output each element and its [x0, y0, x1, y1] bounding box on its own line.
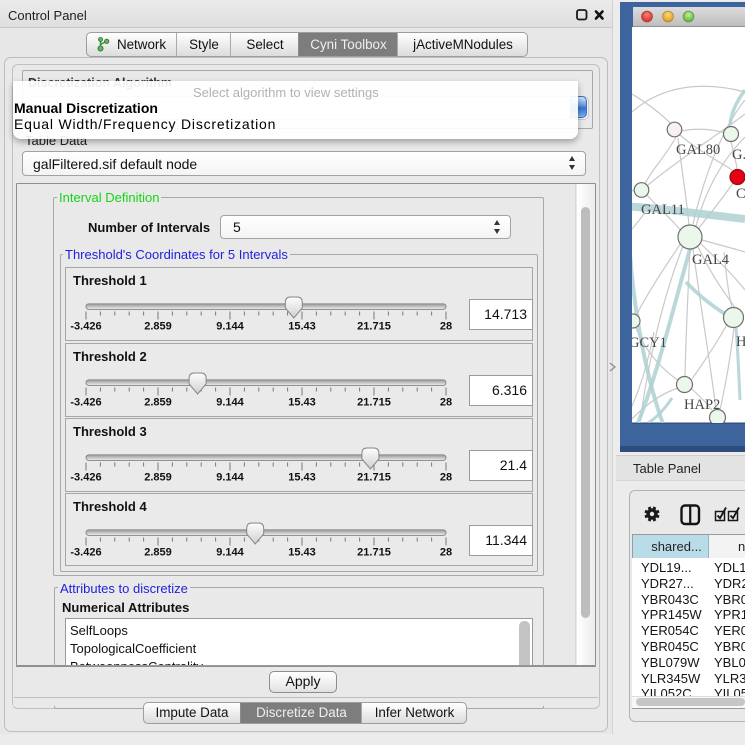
- svg-text:15.43: 15.43: [288, 547, 316, 559]
- svg-text:21.715: 21.715: [357, 472, 391, 484]
- svg-text:28: 28: [440, 321, 452, 333]
- svg-text:2.859: 2.859: [144, 547, 172, 559]
- svg-text:15.43: 15.43: [288, 321, 316, 333]
- svg-text:9.144: 9.144: [216, 547, 244, 559]
- svg-text:GAL11: GAL11: [641, 202, 685, 218]
- svg-text:H: H: [736, 334, 745, 350]
- svg-text:GAL4: GAL4: [692, 252, 730, 268]
- svg-text:C: C: [736, 186, 745, 202]
- svg-text:28: 28: [440, 397, 452, 409]
- svg-text:2.859: 2.859: [144, 472, 172, 484]
- svg-text:21.715: 21.715: [357, 547, 391, 559]
- svg-text:28: 28: [440, 472, 452, 484]
- svg-text:-3.426: -3.426: [70, 547, 101, 559]
- svg-text:21.715: 21.715: [357, 397, 391, 409]
- svg-text:GAL80: GAL80: [676, 142, 720, 158]
- svg-text:9.144: 9.144: [216, 321, 244, 333]
- svg-text:9.144: 9.144: [216, 472, 244, 484]
- svg-text:2.859: 2.859: [144, 321, 172, 333]
- svg-text:15.43: 15.43: [288, 472, 316, 484]
- svg-text:21.715: 21.715: [357, 321, 391, 333]
- svg-text:15.43: 15.43: [288, 397, 316, 409]
- svg-text:G.: G.: [732, 147, 745, 163]
- svg-text:2.859: 2.859: [144, 397, 172, 409]
- svg-text:-3.426: -3.426: [70, 397, 101, 409]
- svg-text:-3.426: -3.426: [70, 472, 101, 484]
- svg-text:-3.426: -3.426: [70, 321, 101, 333]
- svg-text:9.144: 9.144: [216, 397, 244, 409]
- svg-text:HAP2: HAP2: [684, 397, 720, 413]
- svg-text:GCY1: GCY1: [629, 335, 667, 351]
- svg-text:28: 28: [440, 547, 452, 559]
